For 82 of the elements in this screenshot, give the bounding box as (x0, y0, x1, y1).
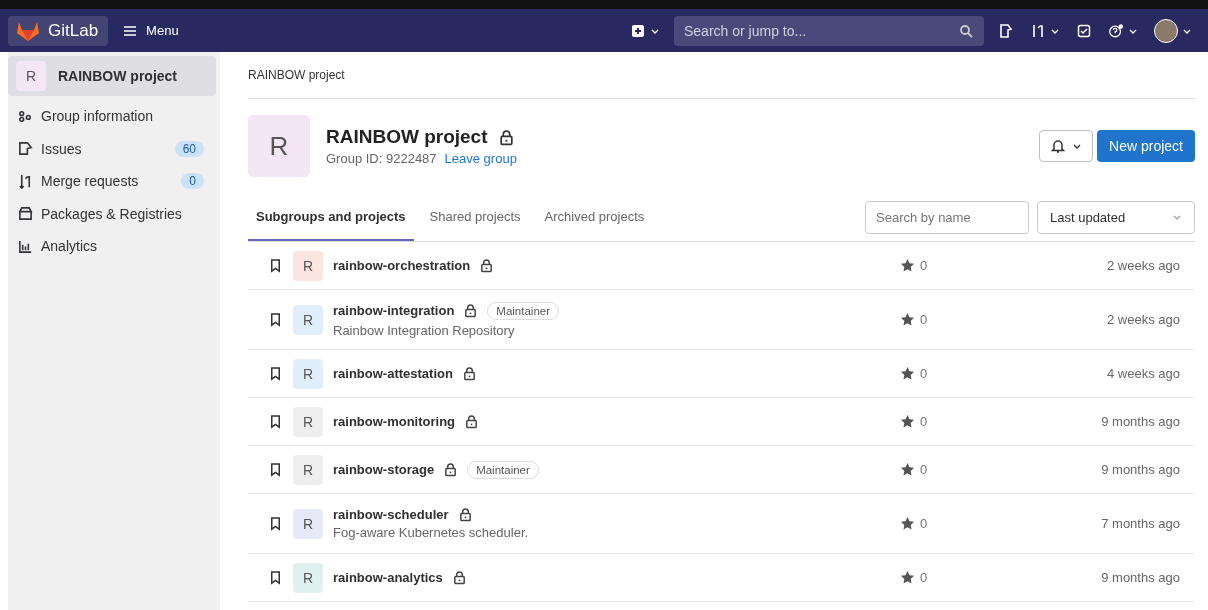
project-name-link[interactable]: rainbow-integration (333, 303, 455, 318)
sort-dropdown[interactable]: Last updated (1037, 200, 1195, 234)
star-icon (900, 570, 915, 585)
updated-time: 4 weeks ago (1106, 366, 1180, 381)
project-description: Fog-aware Kubernetes scheduler. (333, 525, 530, 540)
updated-time: 7 months ago (1100, 516, 1180, 531)
updated-time: 2 weeks ago (1106, 312, 1180, 327)
project-avatar: R (293, 562, 323, 593)
sidebar-group-header[interactable]: R RAINBOW project (8, 56, 216, 96)
sidebar-item[interactable]: Analytics (8, 230, 220, 263)
issues-icon (998, 22, 1014, 39)
group-icon (18, 108, 33, 124)
gitlab-logo-link[interactable]: GitLab (8, 15, 109, 46)
project-avatar: R (293, 406, 323, 437)
count-badge: 60 (174, 140, 204, 157)
plus-square-icon (630, 22, 646, 39)
star-count: 0 (920, 312, 928, 327)
bookmark-icon (268, 570, 283, 585)
updated-time: 9 months ago (1100, 570, 1180, 585)
search-by-name-field[interactable]: Search by name (865, 200, 1029, 234)
star-count: 0 (920, 516, 928, 531)
project-avatar: R (293, 508, 323, 539)
search-icon (958, 22, 974, 39)
project-avatar: R (293, 454, 323, 485)
project-name-link[interactable]: rainbow-scheduler (333, 507, 449, 522)
group-title: RAINBOW project (326, 126, 488, 148)
updated-time: 2 weeks ago (1106, 258, 1180, 273)
sidebar-item[interactable]: Packages & Registries (8, 197, 220, 230)
star-icon (900, 258, 915, 273)
star-icon (900, 312, 915, 327)
bookmark-icon (268, 414, 283, 429)
project-name-link[interactable]: rainbow-orchestration (333, 258, 471, 273)
group-avatar: R (248, 115, 310, 177)
project-name-link[interactable]: rainbow-monitoring (333, 414, 456, 429)
sidebar-item[interactable]: Merge requests 0 (8, 165, 220, 198)
star-count: 0 (920, 366, 928, 381)
bookmark-icon (268, 312, 283, 327)
merge-request-icon (18, 173, 33, 189)
project-avatar: R (293, 304, 323, 335)
star-count: 0 (920, 570, 928, 585)
updated-time: 9 months ago (1100, 414, 1180, 429)
group-name: RAINBOW project (58, 68, 177, 84)
project-avatar: R (293, 358, 323, 389)
merge-request-icon (1030, 22, 1046, 39)
star-icon (900, 366, 915, 381)
star-count: 0 (920, 414, 928, 429)
tab[interactable]: Archived projects (536, 193, 653, 241)
star-icon (900, 462, 915, 477)
notification-dropdown-button[interactable] (1039, 130, 1094, 162)
tab[interactable]: Shared projects (421, 193, 529, 241)
bookmark-icon (268, 516, 283, 531)
bookmark-icon (268, 462, 283, 477)
bell-icon (1050, 138, 1067, 154)
brand-name: GitLab (48, 20, 99, 41)
star-icon (900, 414, 915, 429)
tab[interactable]: Subgroups and projects (248, 193, 414, 241)
count-badge: 0 (181, 173, 204, 190)
group-id: Group ID: 9222487 (326, 151, 437, 166)
project-name-link[interactable]: rainbow-attestation (333, 366, 453, 381)
project-avatar: R (293, 250, 323, 281)
chart-icon (18, 238, 33, 254)
project-name-link[interactable]: rainbow-storage (333, 462, 435, 477)
sidebar-item[interactable]: Issues 60 (8, 132, 220, 165)
updated-time: 9 months ago (1100, 462, 1180, 477)
project-description: Rainbow Integration Repository (333, 322, 516, 338)
menu-button[interactable]: Menu (114, 18, 187, 43)
package-icon (18, 206, 33, 222)
sidebar-item[interactable]: Group information (8, 100, 220, 133)
star-count: 0 (920, 258, 928, 273)
bookmark-icon (268, 258, 283, 273)
new-project-button[interactable]: New project (1097, 130, 1195, 162)
checkbox-icon (1076, 22, 1092, 39)
star-icon (900, 516, 915, 531)
search-field[interactable]: Search or jump to... (674, 15, 984, 46)
bookmark-icon (268, 366, 283, 381)
breadcrumb-link[interactable]: RAINBOW project (248, 52, 1195, 99)
star-count: 0 (920, 462, 928, 477)
project-name-link[interactable]: rainbow-analytics (333, 570, 443, 585)
leave-group-link[interactable]: Leave group (444, 151, 517, 166)
issues-icon (18, 141, 33, 157)
group-avatar: R (16, 61, 46, 91)
user-avatar (1154, 18, 1178, 43)
